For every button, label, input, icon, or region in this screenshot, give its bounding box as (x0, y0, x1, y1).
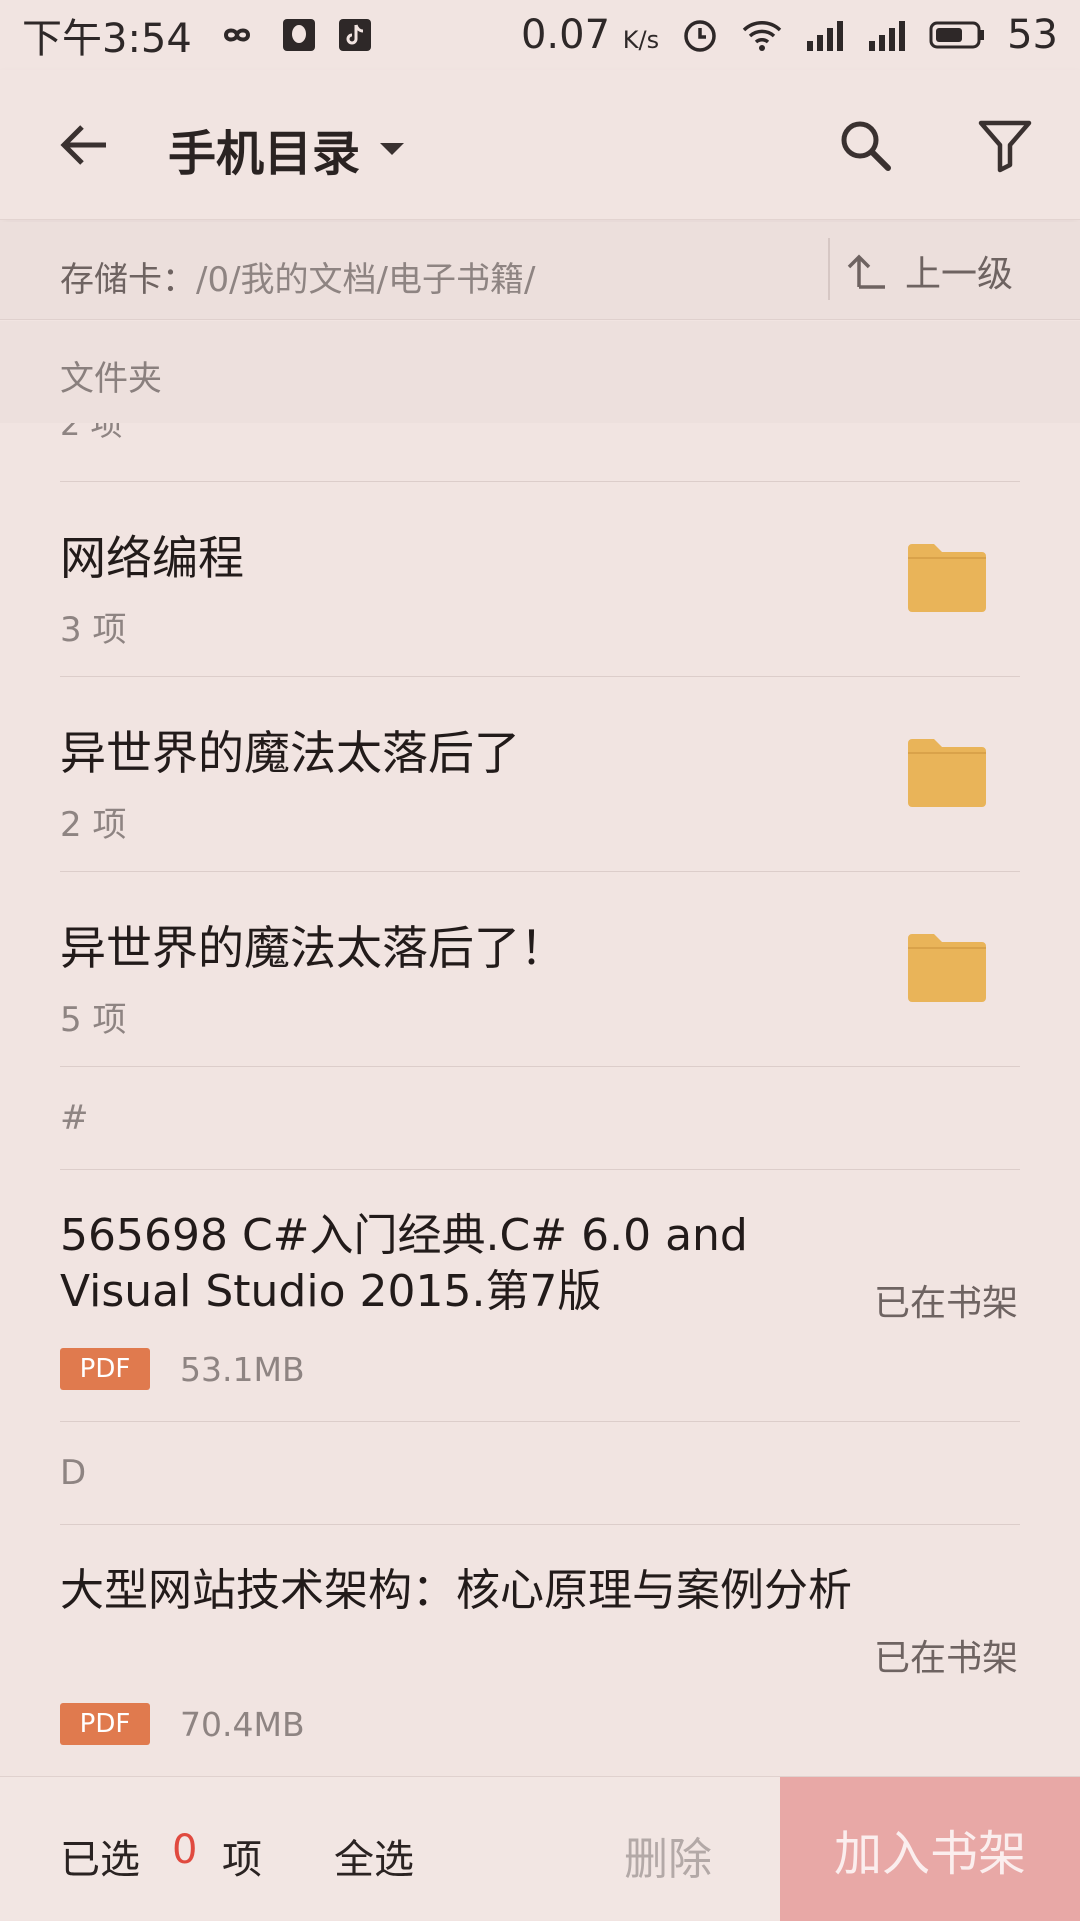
path-divider (828, 238, 830, 300)
file-shelf-status: 已在书架 (873, 1283, 1018, 1324)
file-size: 70.4MB (180, 1705, 305, 1744)
search-icon (841, 121, 891, 171)
folder-item-count: 5 项 (60, 1000, 127, 1040)
signal-icon (805, 19, 845, 51)
filter-button[interactable] (970, 110, 1040, 180)
file-list[interactable]: 2 项 网络编程 3 项 异世界的魔法太落后了 2 项 异世界的魔法太落后了！ … (0, 423, 1080, 1775)
infinity-icon (214, 22, 260, 48)
app-bar: 手机目录 (0, 70, 1080, 220)
path-value: /0/我的文档/电子书籍/ (196, 260, 536, 300)
folder-name: 网络编程 (60, 531, 244, 585)
dropdown-triangle-icon (380, 143, 405, 155)
add-to-shelf-button[interactable]: 加入书架 (780, 1777, 1080, 1921)
tiktok-icon (338, 18, 372, 52)
selected-count: 0 (172, 1827, 198, 1873)
folder-icon (908, 739, 986, 807)
up-level-label: 上一级 (905, 254, 1014, 295)
net-speed: 0.07 K/s (520, 12, 660, 58)
net-speed-unit: K/s (622, 26, 660, 54)
path-breadcrumb: 存储卡：/0/我的文档/电子书籍/ (60, 252, 535, 301)
back-button[interactable] (52, 112, 118, 178)
qq-icon (282, 18, 316, 52)
letter-index-header: D (60, 1453, 87, 1493)
file-title: 565698 C#入门经典.C# 6.0 and Visual Studio 2… (60, 1210, 748, 1317)
file-type-badge: PDF (60, 1348, 150, 1390)
path-label: 存储卡： (60, 260, 196, 300)
back-arrow-icon (60, 125, 106, 165)
alarm-icon (681, 16, 719, 54)
divider (60, 1421, 1020, 1422)
status-bar: 下午3:54 0.07 K/s 53 (0, 0, 1080, 70)
selected-label: 已选 (60, 1837, 140, 1883)
folder-name: 异世界的魔法太落后了 (60, 726, 520, 780)
file-item[interactable]: 565698 C#入门经典.C# 6.0 and Visual Studio 2… (0, 1170, 1080, 1420)
level-up-icon (847, 254, 885, 289)
battery-level: 53 (1007, 12, 1058, 58)
page-title: 手机目录 (168, 126, 361, 182)
delete-button[interactable]: 删除 (624, 1823, 712, 1887)
folder-item-count: 2 项 (60, 805, 127, 845)
filter-icon (978, 120, 1032, 173)
folder-item[interactable]: 异世界的魔法太落后了！ 5 项 (0, 872, 1080, 1066)
folder-icon (908, 544, 986, 612)
letter-index-header: # (60, 1098, 89, 1138)
folder-item-count: 3 项 (60, 610, 127, 650)
file-shelf-status: 已在书架 (873, 1638, 1018, 1679)
directory-dropdown[interactable]: 手机目录 (168, 114, 406, 184)
folder-name: 异世界的魔法太落后了！ (60, 921, 566, 975)
battery-icon (929, 20, 985, 50)
file-type-badge: PDF (60, 1703, 150, 1745)
path-bar: 存储卡：/0/我的文档/电子书籍/ 上一级 (0, 222, 1080, 320)
folder-icon (908, 934, 986, 1002)
folder-item[interactable]: 异世界的魔法太落后了 2 项 (0, 677, 1080, 871)
signal-4g-icon (867, 19, 907, 51)
search-button[interactable] (830, 110, 900, 180)
selected-unit: 项 (222, 1837, 262, 1883)
file-size: 53.1MB (180, 1350, 305, 1389)
file-item[interactable]: 大型网站技术架构：核心原理与案例分析 已在书架 PDF 70.4MB (0, 1525, 1080, 1775)
folder-item[interactable]: 网络编程 3 项 (0, 482, 1080, 676)
wifi-icon (741, 18, 783, 52)
divider (60, 1066, 1020, 1067)
folders-section-header: 文件夹 (0, 321, 1080, 423)
select-all-button[interactable]: 全选 (334, 1827, 414, 1885)
up-level-button[interactable]: 上一级 (845, 242, 1013, 300)
file-title: 大型网站技术架构：核心原理与案例分析 (60, 1565, 852, 1616)
folder-count-partial: 2 项 (60, 423, 123, 443)
bottom-action-bar: 已选 0 项 全选 删除 加入书架 (0, 1776, 1080, 1921)
status-time: 下午3:54 (22, 16, 192, 62)
